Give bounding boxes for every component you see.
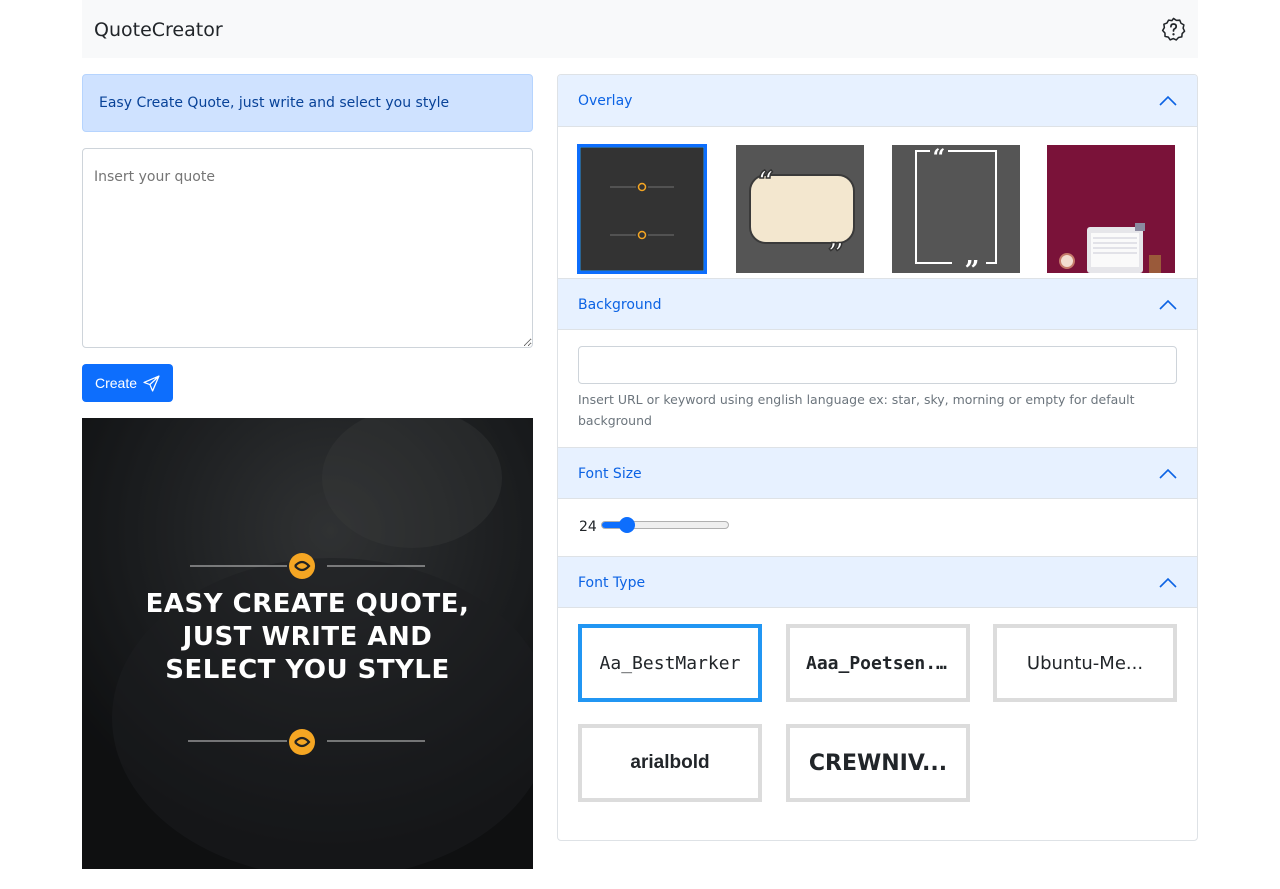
font-option-label: Ubuntu-Me... bbox=[1026, 652, 1144, 674]
overlay-option-2[interactable]: “ ” bbox=[736, 145, 864, 273]
background-input[interactable] bbox=[578, 346, 1177, 384]
svg-text:”: ” bbox=[828, 237, 844, 270]
background-header[interactable]: Background bbox=[558, 278, 1197, 330]
preview-quote-text: EASY CREATE QUOTE, JUST WRITE AND SELECT… bbox=[145, 589, 470, 685]
svg-text:”: ” bbox=[965, 256, 980, 273]
create-button[interactable]: Create bbox=[82, 364, 173, 402]
overlay-option-1[interactable] bbox=[577, 144, 707, 274]
font-option-ubuntu[interactable]: Ubuntu-Me... bbox=[993, 624, 1177, 702]
chevron-up-icon bbox=[1159, 577, 1177, 588]
overlay-option-3[interactable]: “ ” bbox=[892, 145, 1020, 273]
background-help-text: Insert URL or keyword using english lang… bbox=[578, 392, 1135, 428]
font-option-label: Aa_BestMarker bbox=[599, 652, 741, 674]
font-size-header[interactable]: Font Size bbox=[558, 447, 1197, 499]
help-circle-icon[interactable] bbox=[1161, 17, 1186, 42]
font-size-title: Font Size bbox=[578, 466, 642, 482]
svg-text:“: “ bbox=[758, 165, 774, 198]
quote-preview: EASY CREATE QUOTE, JUST WRITE AND SELECT… bbox=[82, 418, 533, 869]
font-option-bestmarker[interactable]: Aa_BestMarker bbox=[578, 624, 762, 702]
font-size-slider[interactable] bbox=[601, 517, 729, 533]
font-option-poetsen[interactable]: Aaa_Poetsen... bbox=[786, 624, 970, 702]
font-size-slider-thumb[interactable] bbox=[619, 517, 636, 533]
navbar: QuoteCreator bbox=[82, 0, 1198, 58]
chevron-up-icon bbox=[1159, 299, 1177, 310]
svg-text:“: “ bbox=[933, 145, 946, 171]
font-option-label: arialbold bbox=[630, 752, 710, 773]
background-title: Background bbox=[578, 297, 662, 313]
font-type-title: Font Type bbox=[578, 575, 646, 591]
font-type-header[interactable]: Font Type bbox=[558, 556, 1197, 608]
font-option-label: CREWNIV... bbox=[808, 750, 948, 776]
quote-input[interactable] bbox=[82, 148, 533, 348]
send-icon bbox=[143, 374, 160, 392]
overlay-header[interactable]: Overlay bbox=[558, 75, 1197, 127]
chevron-up-icon bbox=[1159, 468, 1177, 479]
font-size-value: 24 bbox=[579, 519, 597, 535]
font-option-crewniverse[interactable]: CREWNIV... bbox=[786, 724, 970, 802]
overlay-title: Overlay bbox=[578, 93, 633, 109]
font-option-label: Aaa_Poetsen... bbox=[806, 652, 950, 674]
info-alert: Easy Create Quote, just write and select… bbox=[82, 74, 533, 132]
overlay-option-4[interactable] bbox=[1047, 145, 1175, 273]
settings-accordion: Overlay “ ” “ ” Background Insert URL or… bbox=[557, 74, 1198, 841]
create-button-label: Create bbox=[94, 375, 138, 391]
chevron-up-icon bbox=[1159, 95, 1177, 106]
app-brand[interactable]: QuoteCreator bbox=[94, 19, 223, 41]
font-option-arialbold[interactable]: arialbold bbox=[578, 724, 762, 802]
